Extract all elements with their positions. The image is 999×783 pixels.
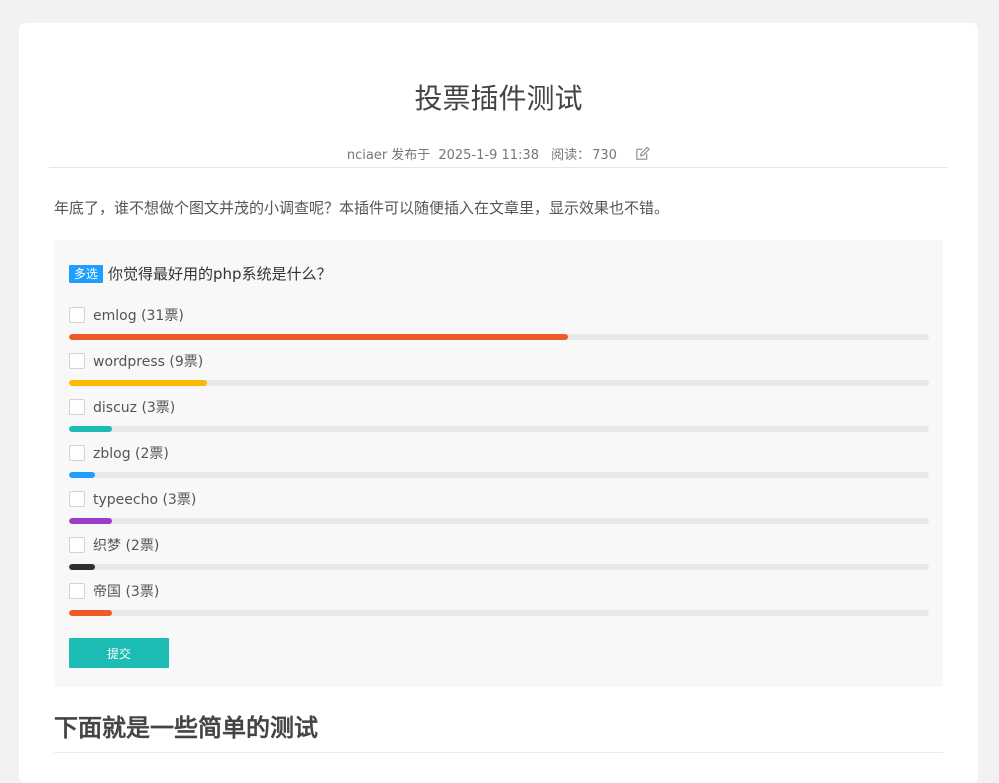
article-meta: nciaer 发布于 2025-1-9 11:38 阅读： 730 — [19, 146, 978, 167]
poll-option: wordpress (9票) — [69, 353, 929, 393]
vote-bar-track — [69, 426, 929, 432]
poll-option-checkbox[interactable] — [69, 491, 85, 507]
section-divider — [54, 752, 943, 753]
section-heading: 下面就是一些简单的测试 — [54, 714, 318, 742]
poll-option-label[interactable]: 帝国 (3票) — [69, 583, 159, 601]
intro-paragraph: 年底了，谁不想做个图文并茂的小调查呢？本插件可以随便插入在文章里，显示效果也不错… — [54, 199, 670, 217]
vote-bar-track — [69, 564, 929, 570]
poll-question-text: 你觉得最好用的php系统是什么？ — [108, 265, 332, 283]
published-label: 发布于 — [391, 148, 431, 163]
vote-bar-fill — [69, 564, 95, 570]
poll-option-text: emlog (31票) — [93, 308, 184, 324]
poll-option-label[interactable]: 织梦 (2票) — [69, 537, 159, 555]
page-title: 投票插件测试 — [414, 82, 583, 115]
vote-bar-fill — [69, 610, 112, 616]
poll-option: 织梦 (2票) — [69, 537, 929, 577]
poll-option-text: typeecho (3票) — [93, 492, 197, 508]
multi-select-badge: 多选 — [69, 265, 104, 283]
poll-option-text: 帝国 (3票) — [93, 584, 160, 600]
vote-bar-track — [69, 518, 929, 524]
vote-bar-track — [69, 380, 929, 386]
vote-bar-fill — [69, 380, 207, 386]
vote-bar-fill — [69, 518, 112, 524]
poll-option: 帝国 (3票) — [69, 583, 929, 623]
header-divider — [49, 167, 948, 168]
poll-option-label[interactable]: wordpress (9票) — [69, 353, 203, 371]
poll-option-label[interactable]: discuz (3票) — [69, 399, 175, 417]
poll-option-text: 织梦 (2票) — [93, 538, 160, 554]
poll-option-checkbox[interactable] — [69, 353, 85, 369]
edit-icon[interactable] — [635, 146, 650, 167]
poll-option-checkbox[interactable] — [69, 399, 85, 415]
poll-question: 多选 你觉得最好用的php系统是什么？ — [69, 264, 332, 284]
vote-bar-track — [69, 610, 929, 616]
views-count: 730 — [592, 148, 617, 163]
vote-bar-fill — [69, 472, 95, 478]
author-name[interactable]: nciaer — [347, 148, 387, 163]
poll-option-text: wordpress (9票) — [93, 354, 204, 370]
submit-button[interactable]: 提交 — [69, 638, 169, 668]
vote-bar-track — [69, 472, 929, 478]
poll-option-checkbox[interactable] — [69, 537, 85, 553]
vote-bar-fill — [69, 426, 112, 432]
poll-option-checkbox[interactable] — [69, 445, 85, 461]
vote-bar-track — [69, 334, 929, 340]
poll-option-label[interactable]: typeecho (3票) — [69, 491, 196, 509]
poll-option-label[interactable]: emlog (31票) — [69, 307, 184, 325]
poll-option-label[interactable]: zblog (2票) — [69, 445, 169, 463]
poll-option: emlog (31票) — [69, 307, 929, 347]
poll-option: zblog (2票) — [69, 445, 929, 485]
poll-option: typeecho (3票) — [69, 491, 929, 531]
views-label: 阅读： — [551, 148, 591, 163]
vote-bar-fill — [69, 334, 568, 340]
poll-box: 多选 你觉得最好用的php系统是什么？ emlog (31票) wordpress… — [54, 240, 943, 687]
poll-option-text: zblog (2票) — [93, 446, 169, 462]
poll-option-checkbox[interactable] — [69, 583, 85, 599]
poll-option-text: discuz (3票) — [93, 400, 176, 416]
publish-date: 2025-1-9 11:38 — [438, 148, 539, 163]
poll-option: discuz (3票) — [69, 399, 929, 439]
poll-option-checkbox[interactable] — [69, 307, 85, 323]
